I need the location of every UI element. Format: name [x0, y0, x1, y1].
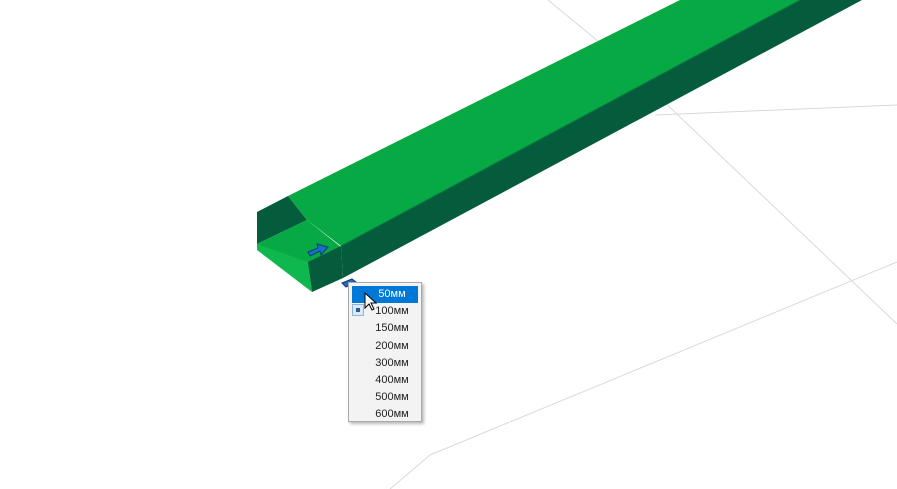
grid-line: [654, 104, 897, 116]
3d-viewport[interactable]: [0, 0, 897, 489]
tray-edge: [340, 0, 801, 247]
cable-tray[interactable]: [257, 0, 862, 292]
menu-item-50mm[interactable]: 50мм: [352, 286, 418, 304]
mouse-pointer-icon: [364, 292, 378, 311]
width-dropdown-menu[interactable]: 50мм 100мм 150мм 200мм 300мм 400мм 500мм 600мм: [348, 282, 422, 422]
menu-item-300mm[interactable]: 300мм: [352, 355, 418, 372]
menu-item-100mm[interactable]: 100мм: [352, 303, 418, 320]
width-options-list: 50мм 100мм 150мм 200мм 300мм 400мм 500мм 600мм: [352, 286, 418, 424]
menu-item-500mm[interactable]: 500мм: [352, 389, 418, 406]
menu-item-150mm[interactable]: 150мм: [352, 320, 418, 337]
menu-item-200mm[interactable]: 200мм: [352, 338, 418, 355]
grid-line: [389, 454, 431, 489]
menu-item-400mm[interactable]: 400мм: [352, 372, 418, 389]
grid-line: [429, 261, 897, 456]
menu-item-600mm[interactable]: 600мм: [352, 406, 418, 423]
tray-top-surface: [288, 0, 800, 246]
